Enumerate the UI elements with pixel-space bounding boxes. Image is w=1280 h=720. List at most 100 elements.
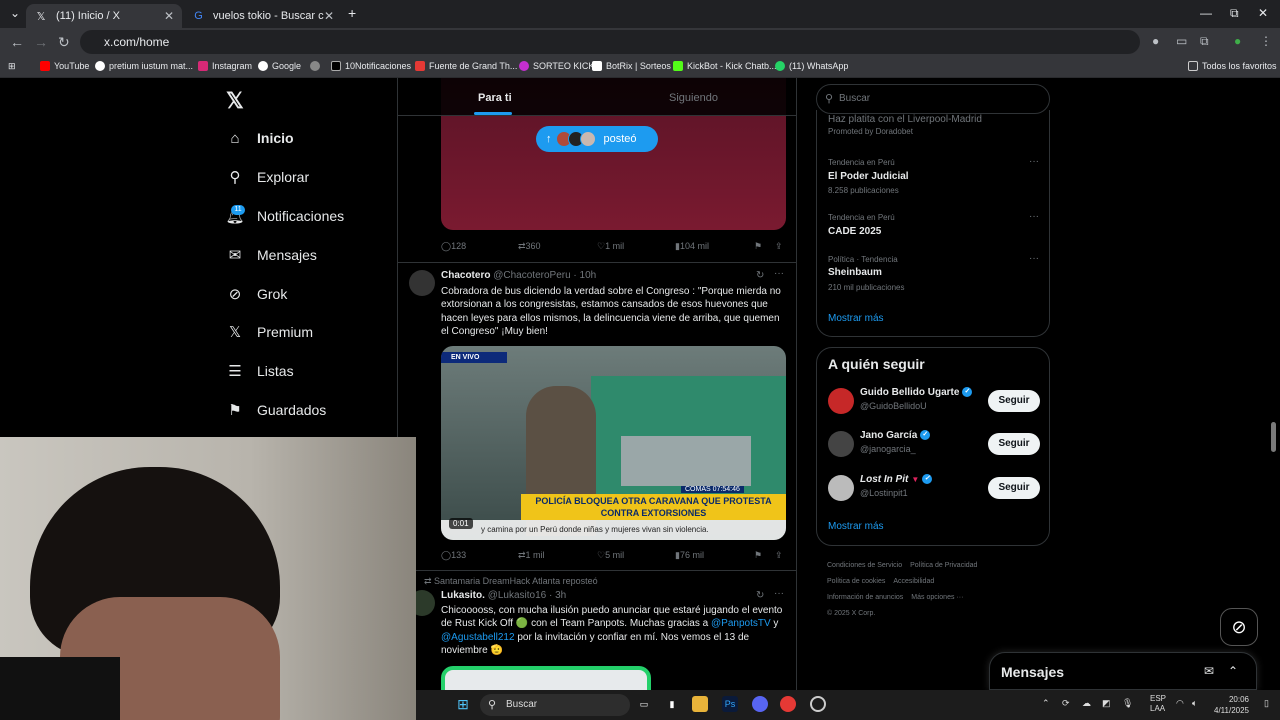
close-icon[interactable]: ✕	[164, 9, 174, 23]
language-indicator[interactable]: ESP LAA	[1150, 694, 1166, 714]
views-button[interactable]: ▮ 104 mil	[675, 241, 709, 252]
media-icon[interactable]: ▭	[1176, 34, 1187, 48]
author-handle[interactable]: @ChacoteroPeru · 10h	[493, 270, 596, 281]
restore-icon[interactable]: ⧉	[1230, 6, 1239, 21]
trend-name[interactable]: El Poder Judicial	[828, 171, 909, 182]
author-name[interactable]: Chacotero	[441, 270, 490, 281]
tray-icon[interactable]: ◩	[1102, 698, 1111, 709]
retweet-button[interactable]: ⇄ 360	[518, 241, 541, 252]
nav-item-lists[interactable]: ☰ Listas	[226, 362, 293, 380]
bookmark-pretium[interactable]: pretium iustum mat...	[95, 61, 193, 71]
author-name[interactable]: Lukasito.	[441, 590, 485, 601]
follow-suggestion[interactable]: Lost In Pit ▼ ✓ @Lostinpit1 Seguir	[828, 473, 1040, 505]
share-icon[interactable]: ⇪	[775, 550, 783, 561]
more-icon[interactable]: ···	[1029, 211, 1039, 222]
footer-link[interactable]: Política de Privacidad	[910, 562, 977, 569]
system-clock[interactable]: 20:06 4/11/2025	[1214, 694, 1249, 716]
mention-link[interactable]: @PanpotsTV	[711, 618, 771, 629]
grok-icon[interactable]: ↻	[756, 270, 764, 281]
nav-item-grok[interactable]: ⊘ Grok	[226, 285, 288, 303]
more-icon[interactable]: ···	[1029, 156, 1039, 167]
windows-start-icon[interactable]: ⊞	[455, 696, 471, 712]
bookmark-globe[interactable]	[310, 61, 324, 71]
volume-icon[interactable]: 🔈︎	[1192, 698, 1197, 709]
more-icon[interactable]: ···	[774, 268, 784, 279]
more-icon[interactable]: ···	[1029, 253, 1039, 264]
new-posts-pill[interactable]: ↑ posteó	[536, 126, 658, 152]
reply-button[interactable]: ◯ 133	[441, 550, 466, 561]
video-player[interactable]: EN VIVO COMAS 07:54:46 POLICÍA BLOQUEA O…	[441, 346, 786, 540]
follow-button[interactable]: Seguir	[988, 390, 1040, 412]
menu-icon[interactable]: ⋮	[1260, 34, 1272, 48]
bookmark-icon[interactable]: ⚑	[754, 241, 762, 252]
follow-button[interactable]: Seguir	[988, 433, 1040, 455]
nav-item-explore[interactable]: ⚲ Explorar	[226, 168, 310, 186]
follow-button[interactable]: Seguir	[988, 477, 1040, 499]
bookmark-youtube[interactable]: YouTube	[40, 61, 89, 71]
new-message-icon[interactable]: ✉	[1204, 664, 1214, 678]
file-explorer-icon[interactable]	[692, 696, 708, 712]
profile-avatar[interactable]: ●	[1234, 34, 1241, 48]
cloud-icon[interactable]: ☁	[1082, 698, 1091, 709]
new-tab-button[interactable]: +	[348, 5, 356, 21]
apps-icon[interactable]: ⊞	[8, 61, 16, 72]
views-button[interactable]: ▮ 76 mil	[675, 550, 704, 561]
bookmark-instagram[interactable]: Instagram	[198, 61, 252, 71]
forward-icon[interactable]: →	[34, 34, 48, 50]
tab-following[interactable]: Siguiendo	[669, 92, 718, 104]
footer-link[interactable]: Más opciones ···	[911, 594, 963, 601]
close-icon[interactable]: ✕	[324, 9, 334, 23]
bookmark-whatsapp[interactable]: (11) WhatsApp	[775, 61, 848, 71]
tab-for-you[interactable]: Para ti	[478, 92, 512, 104]
reload-icon[interactable]: ↻	[58, 34, 70, 51]
address-bar[interactable]: x.com/home	[80, 30, 1140, 54]
avatar[interactable]	[828, 388, 854, 414]
x-logo[interactable]: 𝕏	[226, 88, 244, 114]
tab-search-icon[interactable]: ⌄	[10, 6, 20, 20]
messages-drawer[interactable]: Mensajes ✉ ⌃	[989, 652, 1257, 690]
discord-icon[interactable]	[752, 696, 768, 712]
page-scrollbar[interactable]	[1271, 422, 1276, 452]
footer-link[interactable]: Política de cookies	[827, 578, 885, 585]
tab-google-search[interactable]: G vuelos tokio - Buscar con Goog ✕	[184, 4, 342, 28]
bookmark-fuente-gta[interactable]: Fuente de Grand Th...	[415, 61, 517, 71]
chevron-up-icon[interactable]: ⌃	[1042, 698, 1050, 709]
trend-name[interactable]: Sheinbaum	[828, 267, 882, 278]
nav-item-premium[interactable]: 𝕏 Premium	[226, 323, 313, 341]
share-icon[interactable]: ⇪	[775, 241, 783, 252]
bookmark-notificaciones[interactable]: 10Notificaciones	[331, 61, 411, 71]
extension-icon[interactable]: ●	[1152, 34, 1159, 48]
like-button[interactable]: ♡ 1 mil	[597, 241, 624, 252]
nav-item-bookmarks[interactable]: ⚑ Guardados	[226, 401, 326, 419]
notification-icon[interactable]: ▯	[1264, 698, 1269, 709]
footer-link[interactable]: Condiciones de Servicio	[827, 562, 902, 569]
expand-icon[interactable]: ⌃	[1228, 664, 1238, 678]
author-handle[interactable]: @Lukasito16 · 3h	[488, 590, 567, 601]
microphone-icon[interactable]: 🎙︎	[1122, 698, 1133, 709]
retweet-button[interactable]: ⇄ 1 mil	[518, 550, 545, 561]
tweet-media[interactable]	[441, 666, 651, 690]
back-icon[interactable]: ←	[10, 34, 24, 50]
avatar[interactable]	[409, 270, 435, 296]
all-bookmarks[interactable]: Todos los favoritos	[1188, 61, 1277, 71]
show-more-link[interactable]: Mostrar más	[828, 521, 884, 532]
footer-link[interactable]: Información de anuncios	[827, 594, 903, 601]
avatar[interactable]	[828, 475, 854, 501]
puzzle-icon[interactable]: ⧉	[1200, 34, 1209, 49]
more-icon[interactable]: ···	[774, 588, 784, 599]
follow-suggestion[interactable]: Jano García ✓ @janogarcia_ Seguir	[828, 429, 1040, 461]
taskbar-search[interactable]: ⚲ Buscar	[480, 694, 630, 716]
chrome-icon[interactable]	[780, 696, 796, 712]
nav-item-home[interactable]: ⌂ Inicio	[226, 129, 293, 147]
photoshop-icon[interactable]: Ps	[722, 696, 738, 712]
reply-button[interactable]: ◯ 128	[441, 241, 466, 252]
task-view-icon[interactable]: ▭	[636, 696, 652, 712]
bookmark-botrix[interactable]: BotRix | Sorteos	[592, 61, 671, 71]
grok-button[interactable]: ⊘	[1220, 608, 1258, 646]
show-more-link[interactable]: Mostrar más	[828, 313, 884, 324]
follow-suggestion[interactable]: Guido Bellido Ugarte ✓ @GuidoBellidoU Seg…	[828, 386, 1040, 418]
avatar[interactable]	[828, 431, 854, 457]
mention-link[interactable]: @Agustabell212	[441, 632, 515, 643]
bookmark-icon[interactable]: ⚑	[754, 550, 762, 561]
bookmark-sorteo-kick[interactable]: SORTEO KICK	[519, 61, 594, 71]
